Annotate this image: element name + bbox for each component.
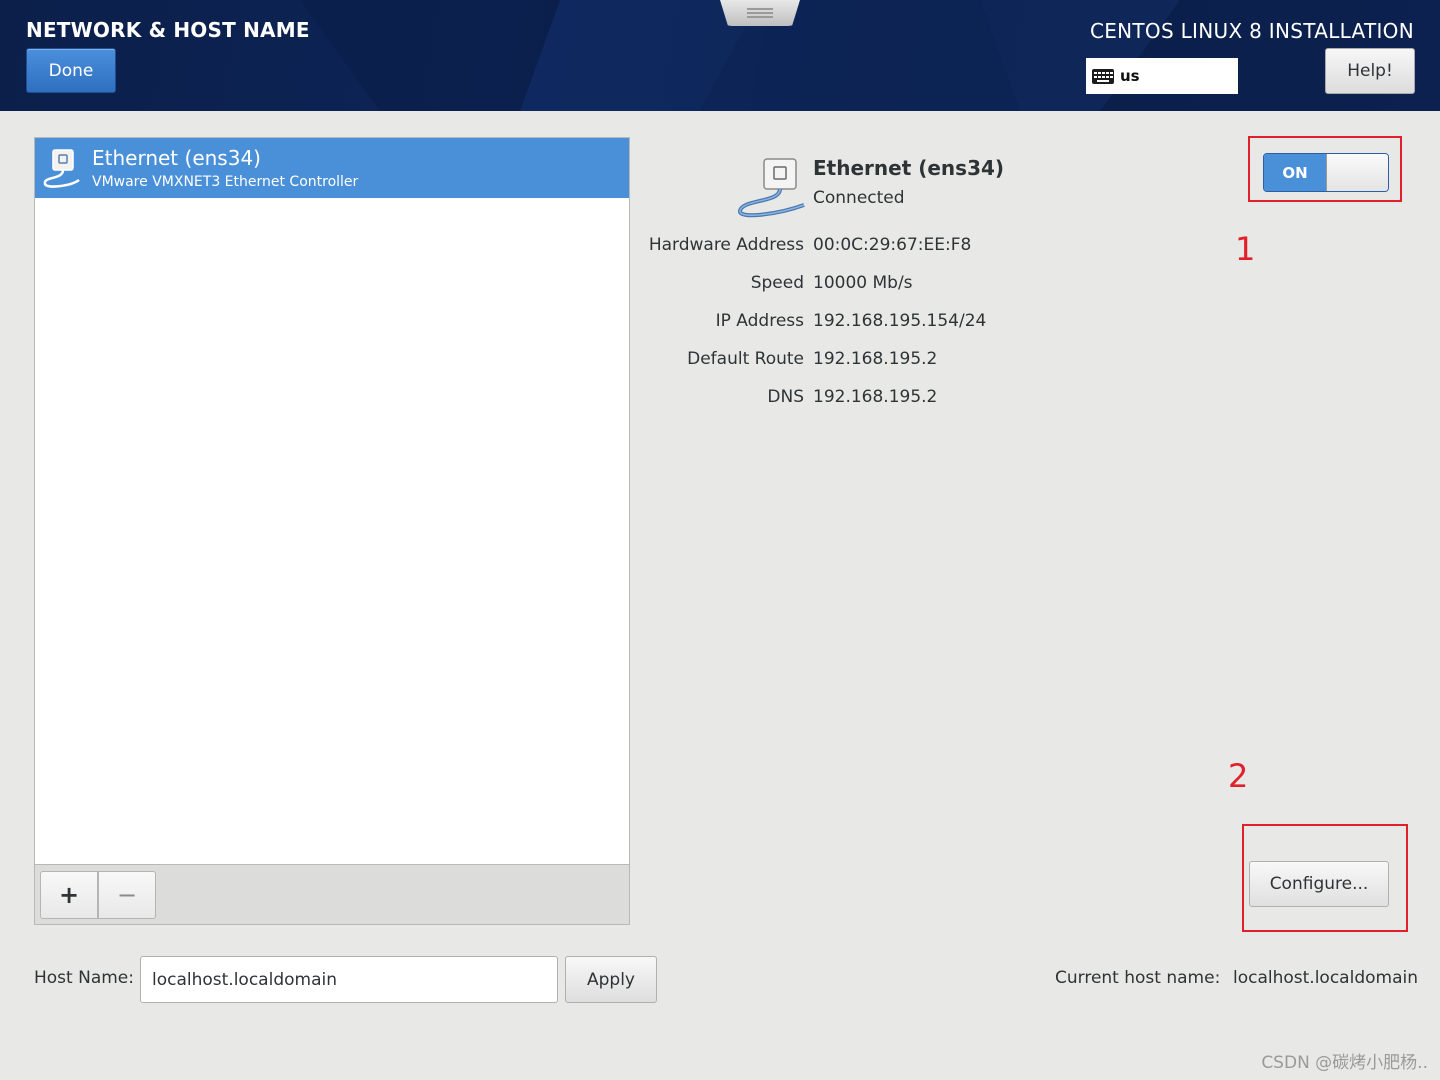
connection-status: Connected xyxy=(813,188,905,208)
toggle-knob[interactable] xyxy=(1326,154,1388,191)
device-name: Ethernet (ens34) xyxy=(92,146,261,170)
device-list-panel: Ethernet (ens34) VMware VMXNET3 Ethernet… xyxy=(34,137,630,925)
ethernet-icon xyxy=(43,149,80,188)
watermark: CSDN @碳烤小肥杨.. xyxy=(1261,1053,1428,1073)
connection-toggle[interactable]: ON xyxy=(1263,153,1389,192)
device-list-toolbar: + − xyxy=(35,864,629,924)
device-list-item[interactable]: Ethernet (ens34) VMware VMXNET3 Ethernet… xyxy=(35,138,629,198)
configure-button[interactable]: Configure... xyxy=(1249,861,1389,907)
annotation-number-1: 1 xyxy=(1235,230,1256,268)
keyboard-icon xyxy=(1092,68,1114,84)
ethernet-large-icon xyxy=(738,158,805,218)
remove-device-button[interactable]: − xyxy=(98,871,156,919)
drag-handle[interactable] xyxy=(720,0,800,26)
page-title: NETWORK & HOST NAME xyxy=(26,18,310,42)
toggle-on-label: ON xyxy=(1264,154,1326,191)
speed-label: Speed xyxy=(750,273,804,293)
device-detail-name: Ethernet (ens34) xyxy=(813,156,1005,180)
default-route-label: Default Route xyxy=(687,349,804,369)
keyboard-layout-label: us xyxy=(1120,67,1140,85)
default-route-value: 192.168.195.2 xyxy=(813,349,938,369)
add-device-button[interactable]: + xyxy=(40,871,98,919)
hardware-address-label: Hardware Address xyxy=(648,235,804,255)
done-button[interactable]: Done xyxy=(26,48,116,93)
dns-label: DNS xyxy=(767,387,804,407)
dns-value: 192.168.195.2 xyxy=(813,387,938,407)
host-name-label: Host Name: xyxy=(34,968,134,988)
keyboard-layout-indicator[interactable]: us xyxy=(1086,58,1238,94)
host-name-input[interactable] xyxy=(140,956,558,1003)
hardware-address-value: 00:0C:29:67:EE:F8 xyxy=(813,235,972,255)
header-background-pattern xyxy=(300,0,1180,111)
annotation-number-2: 2 xyxy=(1228,757,1249,795)
device-description: VMware VMXNET3 Ethernet Controller xyxy=(92,174,359,190)
speed-value: 10000 Mb/s xyxy=(813,273,913,293)
top-header-bar: NETWORK & HOST NAME Done CENTOS LINUX 8 … xyxy=(0,0,1440,111)
current-host-name-label: Current host name: xyxy=(1055,968,1221,988)
help-button[interactable]: Help! xyxy=(1325,48,1415,94)
ip-address-value: 192.168.195.154/24 xyxy=(813,311,987,331)
installer-title: CENTOS LINUX 8 INSTALLATION xyxy=(1089,19,1414,43)
apply-button[interactable]: Apply xyxy=(565,956,657,1003)
current-host-name-value: localhost.localdomain xyxy=(1233,968,1418,988)
ip-address-label: IP Address xyxy=(715,311,804,331)
